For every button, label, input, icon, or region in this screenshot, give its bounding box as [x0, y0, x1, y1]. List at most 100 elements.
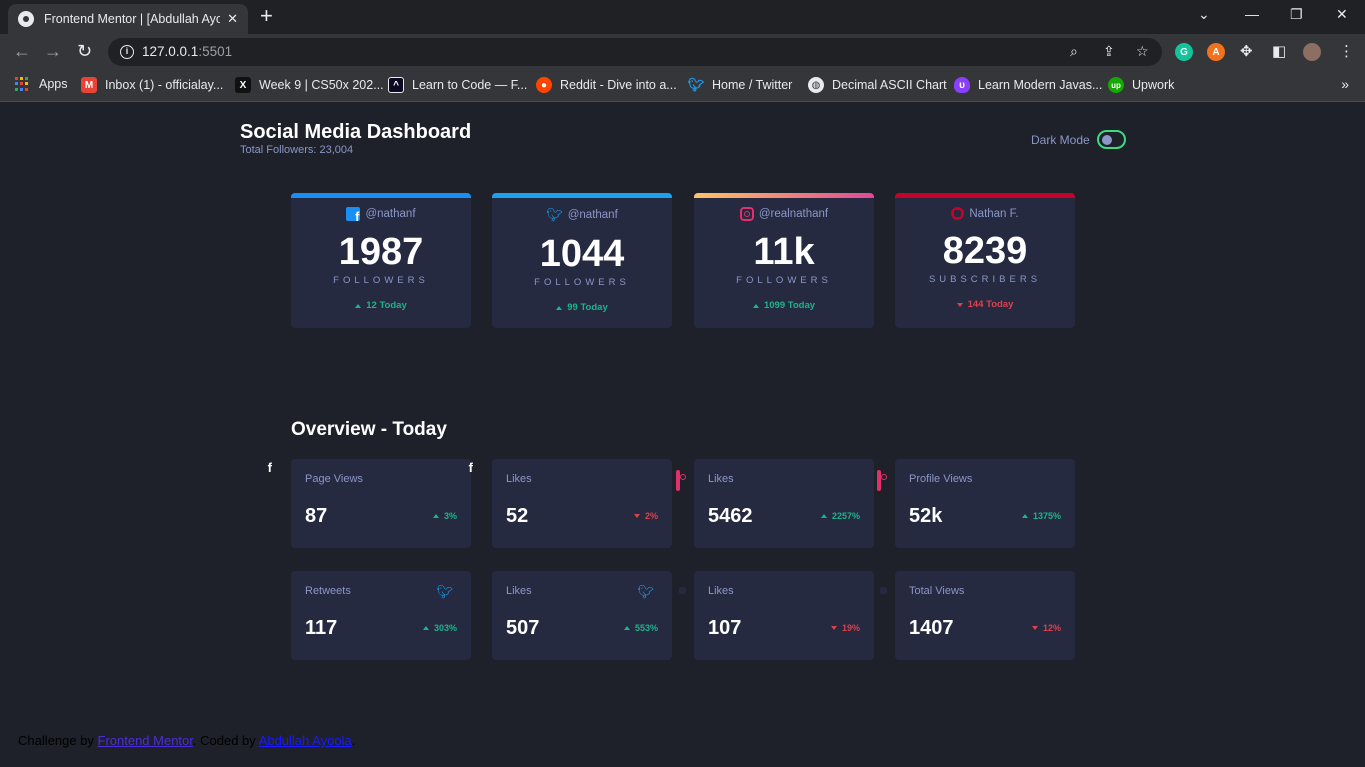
- card-count: 1044: [539, 233, 625, 275]
- apps-grid-icon: [15, 77, 29, 91]
- overview-value: 507: [506, 617, 540, 639]
- side-panel-icon[interactable]: ◧: [1272, 42, 1286, 60]
- browser-tab[interactable]: Frontend Mentor | [Abdullah Ayo ✕: [8, 4, 248, 34]
- overview-card[interactable]: Retweets 🐦︎ 117 303%: [291, 571, 471, 660]
- globe-icon: ◍: [808, 77, 824, 93]
- overview-value: 87: [305, 505, 328, 527]
- youtube-icon: [951, 207, 965, 220]
- page-title: Social Media Dashboard: [240, 121, 472, 143]
- tab-favicon-icon: [18, 11, 34, 27]
- overview-card[interactable]: Total Views 1407 12%: [895, 571, 1075, 660]
- overview-metric: Likes: [506, 585, 532, 597]
- profile-avatar[interactable]: [1303, 43, 1321, 61]
- overview-value: 52k: [909, 505, 943, 527]
- tab-title: Frontend Mentor | [Abdullah Ayo: [44, 12, 220, 26]
- tab-search-icon[interactable]: ⌄: [1198, 6, 1210, 23]
- back-arrow-icon[interactable]: ←: [13, 40, 31, 62]
- bookmark-label: Learn Modern Javas...: [978, 78, 1103, 92]
- forward-arrow-icon[interactable]: →: [44, 40, 62, 62]
- overview-value: 52: [506, 505, 529, 527]
- card-youtube[interactable]: Nathan F. 8239 SUBSCRIBERS 144 Today: [895, 193, 1075, 328]
- toggle-knob: [1102, 135, 1112, 145]
- bookmark-javascript[interactable]: υ Learn Modern Javas...: [954, 77, 1102, 93]
- overview-metric: Likes: [708, 585, 734, 597]
- bookmark-twitter[interactable]: 🐦︎ Home / Twitter: [688, 77, 793, 93]
- overview-card[interactable]: Likes 52 2%: [492, 459, 672, 548]
- arrow-down-icon: [633, 514, 640, 518]
- arrow-down-icon: [956, 302, 963, 307]
- bookmark-star-icon[interactable]: ☆: [1136, 43, 1149, 60]
- zoom-icon[interactable]: ⌕: [1070, 43, 1078, 60]
- overview-value: 5462: [708, 505, 753, 527]
- card-handle: @nathanf: [365, 208, 416, 220]
- site-info-icon[interactable]: i: [120, 45, 134, 59]
- arrow-up-icon: [556, 305, 563, 310]
- card-change: 1099 Today: [763, 300, 816, 311]
- more-bookmarks-icon[interactable]: »: [1341, 76, 1349, 92]
- menu-kebab-icon[interactable]: ⋮: [1339, 42, 1354, 60]
- overview-metric: Likes: [506, 473, 532, 485]
- bookmark-freecodecamp[interactable]: ^ Learn to Code — F...: [388, 77, 527, 93]
- bookmark-label: Apps: [39, 77, 68, 91]
- overview-card[interactable]: Profile Views 52k 1375%: [877, 459, 1075, 548]
- overview-card[interactable]: Page Views 87 3%: [291, 459, 471, 548]
- arrow-up-icon: [432, 514, 439, 518]
- overview-card[interactable]: Likes 🐦︎ 507 553%: [492, 571, 672, 660]
- card-handle: @nathanf: [567, 209, 618, 221]
- reload-icon[interactable]: ↻: [77, 40, 92, 62]
- card-top-bar: [895, 193, 1075, 198]
- restore-icon[interactable]: ❐: [1290, 6, 1303, 23]
- overview-value: 117: [305, 617, 338, 639]
- overview-change: 12%: [1042, 623, 1061, 633]
- bookmark-upwork[interactable]: up Upwork: [1108, 77, 1174, 93]
- address-bar[interactable]: i 127.0.0.1:5501 ⌕ ⇪ ☆: [108, 38, 1162, 66]
- extension-icon[interactable]: A: [1207, 43, 1225, 61]
- bookmark-reddit[interactable]: ● Reddit - Dive into a...: [536, 77, 677, 93]
- bookmark-ascii-chart[interactable]: ◍ Decimal ASCII Chart: [808, 77, 947, 93]
- card-facebook[interactable]: @nathanf 1987 FOLLOWERS 12 Today: [291, 193, 471, 328]
- tab-close-icon[interactable]: ✕: [227, 11, 238, 27]
- bookmark-cs50[interactable]: X Week 9 | CS50x 202...: [235, 77, 384, 93]
- instagram-icon: [877, 470, 881, 491]
- overview-value: 107: [708, 617, 742, 639]
- dark-mode-toggle[interactable]: [1097, 130, 1126, 149]
- total-followers: Total Followers: 23,004: [240, 144, 354, 156]
- new-tab-button[interactable]: +: [260, 5, 273, 27]
- fcc-icon: ^: [388, 77, 404, 93]
- reddit-icon: ●: [536, 77, 552, 93]
- twitter-icon: 🐦︎: [436, 584, 453, 599]
- overview-change: 2%: [644, 511, 658, 521]
- overview-card[interactable]: Likes 107 19%: [694, 571, 874, 660]
- overview-metric: Profile Views: [909, 473, 973, 485]
- card-twitter[interactable]: 🐦︎ @nathanf 1044 FOLLOWERS 99 Today: [492, 193, 672, 328]
- bookmark-apps[interactable]: Apps: [15, 77, 68, 91]
- frontend-mentor-link[interactable]: Frontend Mentor: [98, 733, 193, 748]
- author-link[interactable]: Abdullah Ayoola: [259, 733, 352, 748]
- card-label: FOLLOWERS: [736, 275, 832, 286]
- card-label: SUBSCRIBERS: [928, 274, 1042, 285]
- browser-titlebar: Frontend Mentor | [Abdullah Ayo ✕ + ⌄ — …: [0, 0, 1365, 34]
- card-change: 144 Today: [967, 299, 1014, 310]
- card-change: 99 Today: [567, 302, 608, 313]
- card-change: 12 Today: [366, 300, 407, 311]
- close-window-icon[interactable]: ✕: [1336, 6, 1348, 23]
- share-icon[interactable]: ⇪: [1103, 43, 1115, 60]
- facebook-icon: [346, 207, 361, 221]
- arrow-down-icon: [830, 626, 837, 630]
- attribution-footer: Challenge by Frontend Mentor. Coded by A…: [18, 733, 355, 748]
- overview-card[interactable]: Likes 5462 2257%: [676, 459, 874, 548]
- footer-text: . Coded by: [192, 733, 259, 748]
- extensions-puzzle-icon[interactable]: ✥: [1240, 42, 1253, 60]
- minimize-icon[interactable]: —: [1245, 6, 1259, 22]
- arrow-up-icon: [422, 626, 429, 630]
- url-text[interactable]: 127.0.0.1:5501: [142, 44, 232, 59]
- card-instagram[interactable]: @realnathanf 11k FOLLOWERS 1099 Today: [694, 193, 874, 328]
- x-icon: X: [235, 77, 251, 93]
- arrow-up-icon: [820, 514, 827, 518]
- overview-change: 303%: [433, 623, 457, 633]
- arrow-up-icon: [355, 303, 362, 308]
- page: Social Media Dashboard Total Followers: …: [0, 103, 1365, 767]
- dark-mode-label: Dark Mode: [1031, 133, 1090, 147]
- grammarly-extension-icon[interactable]: G: [1175, 43, 1193, 61]
- bookmark-gmail[interactable]: M Inbox (1) - officialay...: [81, 77, 223, 93]
